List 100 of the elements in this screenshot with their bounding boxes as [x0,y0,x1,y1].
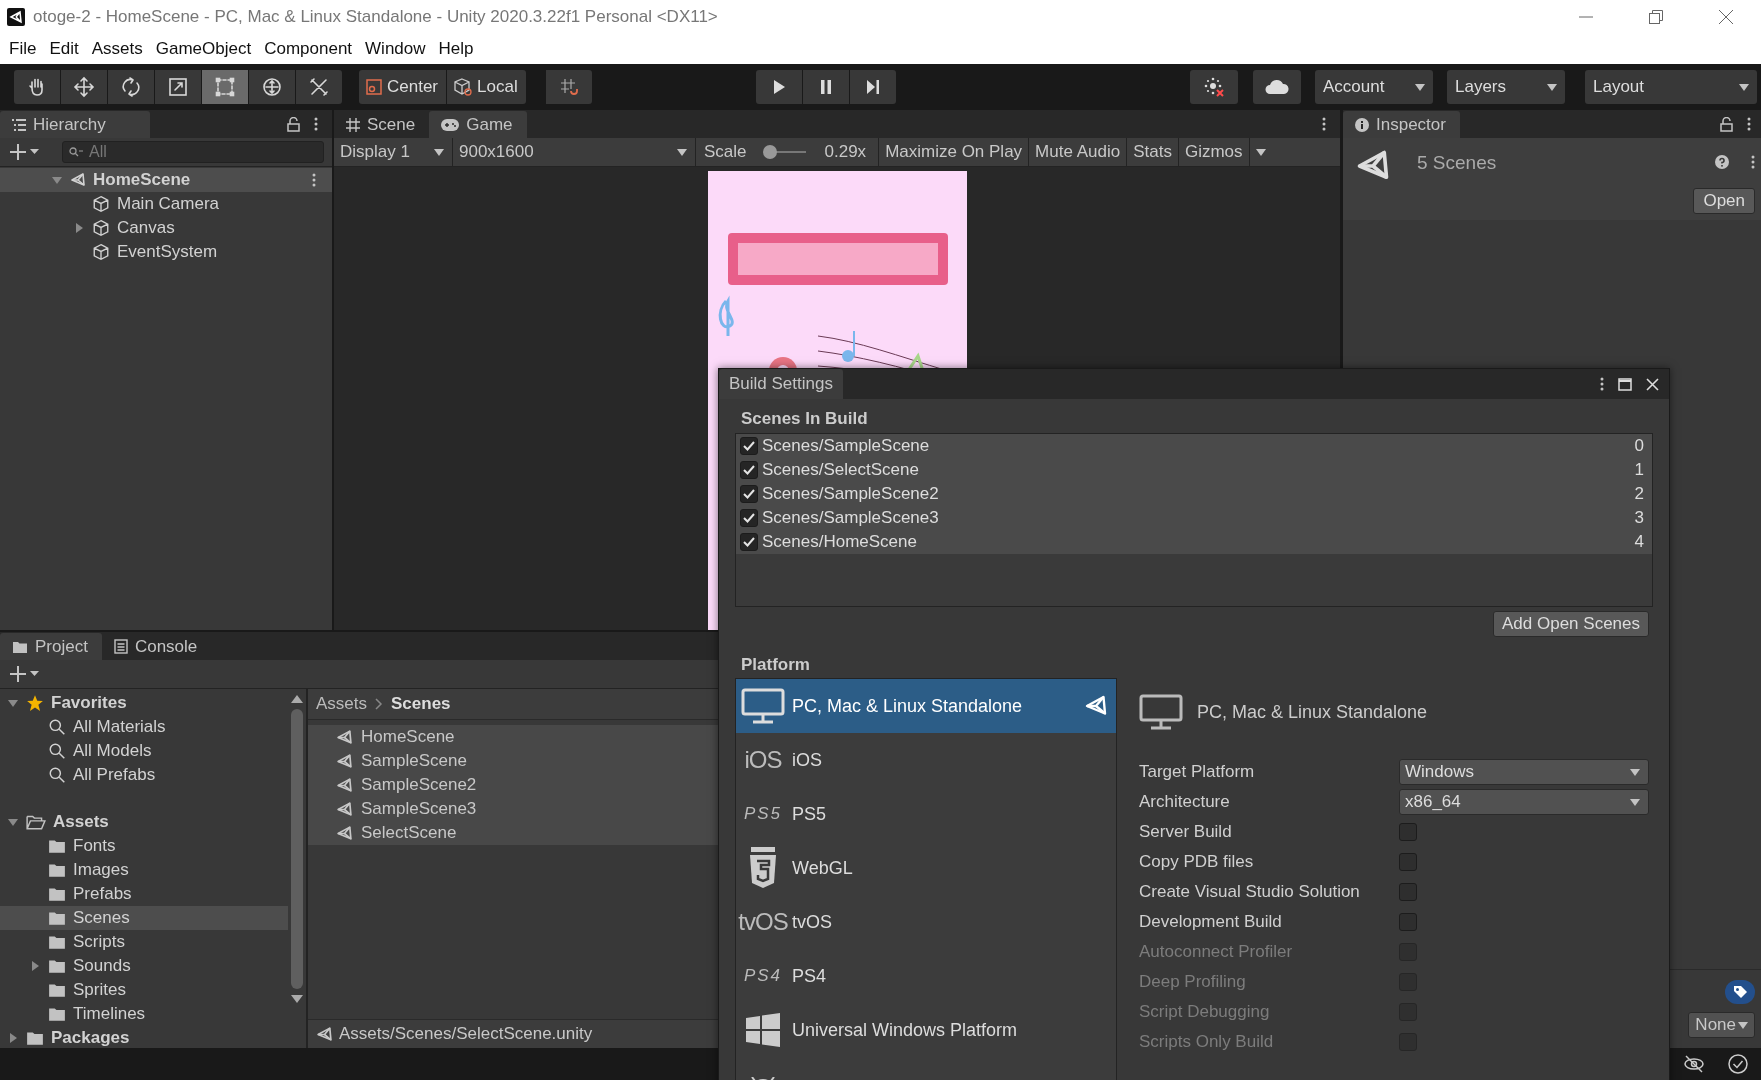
menu-item[interactable]: GameObject [150,36,260,61]
inspector-tab[interactable]: Inspector [1343,111,1460,138]
checkbox[interactable] [1399,883,1417,901]
tree-item[interactable]: Fonts [0,834,288,858]
collapsed-arrow-icon[interactable] [8,1033,18,1043]
platform-item[interactable]: WebGL [736,841,1116,895]
expanded-arrow-icon[interactable] [8,698,18,708]
breadcrumb-item[interactable]: Assets [316,694,368,714]
tool-button[interactable] [202,70,248,104]
tool-button[interactable] [249,70,295,104]
label-dropdown[interactable]: None [1688,1012,1755,1038]
lock-icon[interactable] [287,116,300,132]
tree-item[interactable]: Sprites [0,978,288,1002]
search-field[interactable]: All [62,141,324,163]
tree-item[interactable]: Main Camera [0,192,332,216]
close-icon[interactable] [1719,9,1733,24]
panel-tab[interactable]: Console [101,633,212,660]
more-icon[interactable] [1747,117,1751,131]
cloud-button[interactable] [1253,70,1301,104]
checkbox[interactable] [740,485,758,503]
tree-item[interactable]: HomeScene [0,168,332,192]
menu-item[interactable]: Help [433,36,482,61]
slider-thumb[interactable] [762,145,777,159]
tool-button[interactable] [296,70,342,104]
more-icon[interactable] [312,173,316,187]
menu-item[interactable]: Component [259,36,361,61]
tree-item[interactable]: All Models [0,739,288,763]
setting-dropdown[interactable]: x86_64 [1399,789,1649,815]
expanded-arrow-icon[interactable] [52,175,62,185]
expanded-arrow-icon[interactable] [8,817,18,827]
pause-button[interactable] [802,70,849,104]
collapsed-arrow-icon[interactable] [30,961,40,971]
hierarchy-tab[interactable]: Hierarchy [0,111,150,138]
tree-item[interactable]: EventSystem [0,240,332,264]
snap-button[interactable] [545,70,592,104]
tool-button[interactable] [108,70,154,104]
add-button[interactable] [10,665,40,683]
checkbox[interactable] [740,461,758,479]
tree-item[interactable]: Scenes [0,906,288,930]
checkbox[interactable] [1399,913,1417,931]
tree-item[interactable]: Images [0,858,288,882]
platform-item[interactable]: PS5 PS5 [736,787,1116,841]
check-circle-icon[interactable] [1727,1053,1749,1075]
menu-item[interactable]: Window [360,36,434,61]
play-button[interactable] [755,70,802,104]
more-icon[interactable] [1600,377,1604,391]
setting-dropdown[interactable]: Windows [1399,759,1649,785]
tool-button[interactable] [14,70,60,104]
view-tab[interactable]: Scene [334,111,430,138]
more-icon[interactable] [1751,155,1755,169]
platform-item[interactable]: PS4 PS4 [736,949,1116,1003]
scroll-down-icon[interactable] [291,995,303,1003]
panel-tab[interactable]: Project [0,633,102,660]
tree-item[interactable]: Scripts [0,930,288,954]
display-dropdown[interactable]: Display 1 [334,138,453,166]
platform-item[interactable]: PC, Mac & Linux Standalone [736,679,1116,733]
view-tab[interactable]: Game [429,111,527,138]
add-open-scenes-button[interactable]: Add Open Scenes [1493,611,1649,637]
help-icon[interactable] [1715,155,1729,169]
window-tab[interactable]: Build Settings [719,369,843,399]
collapsed-arrow-icon[interactable] [74,223,84,233]
platform-item[interactable]: tvOS tvOS [736,895,1116,949]
platform-item[interactable]: iOS iOS [736,733,1116,787]
tree-item[interactable]: All Prefabs [0,763,288,787]
checkbox[interactable] [1399,823,1417,841]
toolbar-dropdown[interactable]: Layout [1585,70,1757,104]
tree-item[interactable]: Canvas [0,216,332,240]
scrollbar-thumb[interactable] [291,709,303,989]
toolbar-dropdown[interactable]: Account [1315,70,1433,104]
checkbox[interactable] [740,533,758,551]
pivot-button[interactable]: Local [447,70,526,104]
resolution-dropdown[interactable]: 900x1600 [453,138,696,166]
menu-item[interactable]: Edit [44,36,87,61]
tool-button[interactable] [155,70,201,104]
menu-item[interactable]: File [4,36,45,61]
tag-icon[interactable] [1725,980,1755,1004]
add-button[interactable] [10,143,40,161]
toggle-button[interactable]: Stats [1127,138,1179,166]
tree-item[interactable]: All Materials [0,715,288,739]
breadcrumb-item[interactable]: Scenes [391,694,451,714]
lock-icon[interactable] [1720,116,1733,132]
tree-item[interactable]: Prefabs [0,882,288,906]
tree-item[interactable]: Sounds [0,954,288,978]
tree-item[interactable]: Timelines [0,1002,288,1026]
toggle-button[interactable]: Mute Audio [1029,138,1128,166]
checkbox[interactable] [1399,853,1417,871]
tree-item[interactable]: Assets [0,810,288,834]
maximize-icon[interactable] [1618,377,1632,391]
step-button[interactable] [849,70,896,104]
open-button[interactable]: Open [1693,188,1755,214]
more-icon[interactable] [1322,117,1326,131]
checkbox[interactable] [740,509,758,527]
restore-icon[interactable] [1649,9,1663,24]
tool-button[interactable] [61,70,107,104]
checkbox[interactable] [740,437,758,455]
toggle-button[interactable]: Maximize On Play [879,138,1030,166]
tree-item[interactable]: Packages [0,1026,288,1048]
scroll-up-icon[interactable] [291,695,303,703]
collab-button[interactable] [1190,70,1238,104]
pivot-button[interactable]: Center [359,70,447,104]
